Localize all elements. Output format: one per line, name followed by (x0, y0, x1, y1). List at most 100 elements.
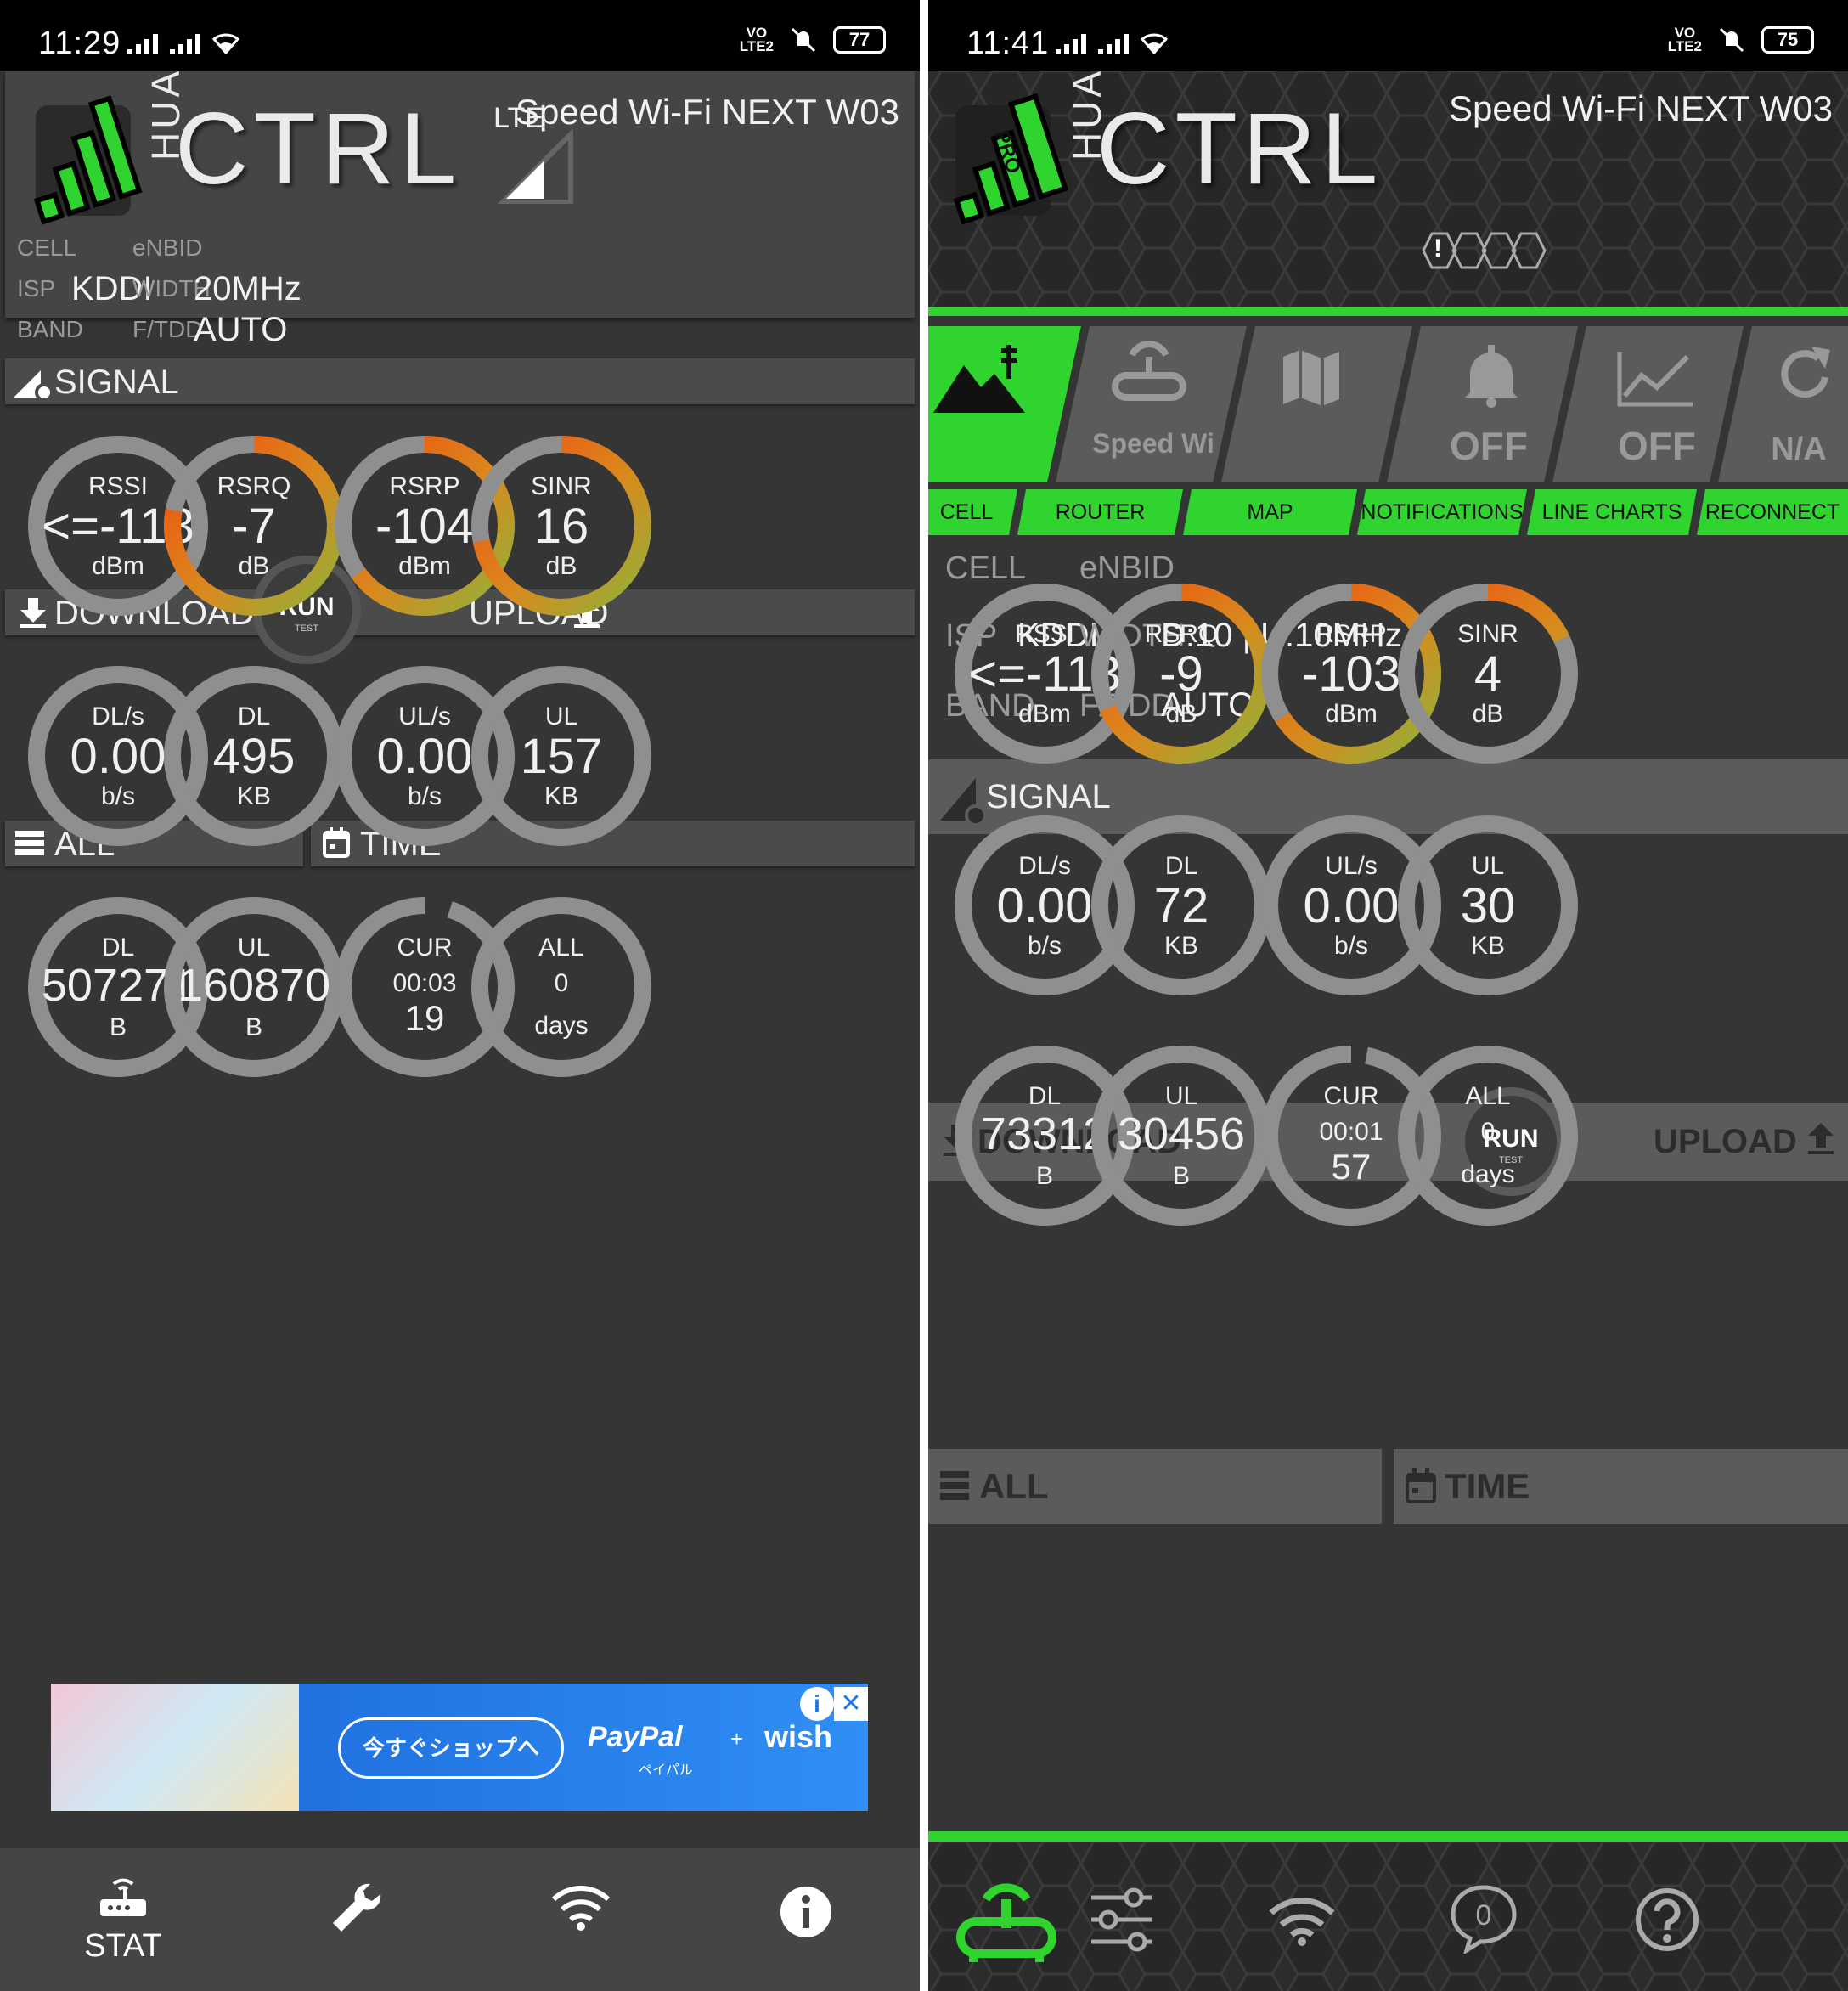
ftdd-key: F/TDD (132, 316, 203, 342)
traffic-name: DL (1164, 852, 1198, 880)
lte-signal-icon (497, 127, 573, 204)
traffic-name: UL (544, 702, 578, 730)
signal-section-header: SIGNAL (5, 358, 915, 404)
cell-signal-icon (127, 34, 158, 54)
bottom-nav: 0 (928, 1842, 1848, 1991)
router-outline-icon (1112, 341, 1186, 401)
signal-settings-icon (14, 370, 54, 401)
enbid-key: eNBID (132, 234, 203, 261)
a-total-1-gauge: UL 160870 B (160, 893, 348, 1081)
volte-icon: VO LTE2 (739, 25, 774, 54)
time-mid: 0 (554, 969, 569, 997)
tower-icon (933, 345, 1025, 413)
a-traffic-3-gauge: UL 157 KB (467, 662, 656, 850)
signal-unit: dB (238, 552, 270, 580)
b-time-1-gauge: ALL 0 days (1394, 1041, 1582, 1230)
wifi-icon (551, 1886, 611, 1931)
ad-brand-wish: wish (764, 1719, 833, 1754)
battery-indicator: 77 (833, 26, 886, 54)
ad-plus: + (730, 1726, 744, 1751)
chat-badge: 0 (1475, 1899, 1492, 1932)
ad-close-icon[interactable]: ✕ (834, 1687, 868, 1721)
tab-cell-label: CELL (939, 500, 994, 524)
list-icon (940, 1471, 969, 1500)
volte-icon: VO LTE2 (1667, 25, 1702, 54)
b-signal-sinr-gauge: SINR 4 dB (1394, 579, 1582, 768)
ad-brand-paypal: PayPal (588, 1721, 683, 1753)
total-unit: B (245, 1013, 262, 1041)
traffic-value: 495 (212, 729, 296, 784)
total-name: UL (237, 933, 271, 962)
mute-icon (791, 27, 816, 53)
brand-main: CTRL (175, 92, 462, 206)
b-traffic-1-gauge: DL 72 KB (1087, 811, 1276, 1000)
signal-icons (127, 31, 239, 54)
time-section-header: TIME (1394, 1449, 1848, 1524)
all-title: ALL (979, 1466, 1049, 1506)
nav-help[interactable] (1633, 1842, 1718, 1991)
wifi-status-icon (212, 33, 239, 54)
all-section-header: ALL (928, 1449, 1382, 1524)
line-chart-icon (1617, 352, 1693, 407)
nav-settings[interactable] (1088, 1842, 1173, 1991)
signal-unit: dB (545, 552, 578, 580)
nav-stat[interactable]: STAT (34, 1848, 212, 1991)
ftdd-value: AUTO (194, 311, 288, 348)
bell-icon (1465, 345, 1518, 408)
cell-key: CELL (17, 234, 77, 261)
b-signal-rsrq-gauge: RSRQ -9 dB (1087, 579, 1276, 768)
nav-tools[interactable] (316, 1848, 401, 1991)
run-sublabel: TEST (294, 623, 319, 634)
nav-messages[interactable]: 0 (1450, 1842, 1535, 1991)
footer-accent-line (928, 1831, 1848, 1842)
nav-router[interactable] (954, 1842, 1073, 1991)
time-name: ALL (1465, 1082, 1511, 1110)
help-icon (1636, 1888, 1699, 1951)
signal-name: RSRQ (217, 472, 291, 500)
status-right-icons: VO LTE2 75 (1668, 25, 1814, 54)
a-signal-rsrq-gauge: RSRQ -7 dB (160, 431, 348, 620)
traffic-value: 30 (1460, 878, 1516, 933)
wifi-status-icon (1141, 33, 1168, 54)
nav-wifi[interactable] (1268, 1842, 1353, 1991)
status-bar: 11:41 VO LTE2 75 (928, 0, 1848, 71)
signal-icons (1056, 31, 1168, 54)
sliders-icon (1091, 1887, 1152, 1952)
brand-main: CTRL (1096, 92, 1383, 206)
traffic-name: DL (237, 702, 271, 730)
alert-indicator: ! (1434, 234, 1442, 262)
tab-router-value: Speed Wi (1092, 428, 1214, 459)
tab-reconnect-label: RECONNECT (1704, 500, 1840, 524)
banner-ad[interactable]: 今すぐショップへ PayPal ペイパル + wish i ✕ (51, 1684, 868, 1811)
cell-signal-2-icon (170, 34, 200, 54)
status-bar: 11:29 VO LTE2 77 (0, 0, 920, 71)
time-mid: 0 (1480, 1118, 1496, 1146)
ad-cta-button[interactable]: 今すぐショップへ (338, 1717, 564, 1779)
wifi-icon (1269, 1898, 1335, 1946)
screenshot-divider (920, 0, 928, 1991)
ad-brand-paypal-sub: ペイパル (639, 1763, 693, 1778)
cell-signal-icon (1056, 34, 1086, 54)
time-title: TIME (1445, 1466, 1530, 1506)
clock: 11:29 (38, 25, 121, 61)
b-traffic-3-gauge: UL 30 KB (1394, 811, 1582, 1000)
width-value: 20MHz (194, 270, 301, 307)
mute-icon (1719, 27, 1744, 53)
signal-title: SIGNAL (54, 364, 179, 401)
signal-value: -9 (1159, 646, 1203, 702)
calendar-icon (1406, 1468, 1436, 1503)
tab-line-charts-label: LINE CHARTS (1541, 500, 1682, 524)
nav-info[interactable] (764, 1848, 849, 1991)
signal-value: -7 (232, 499, 276, 554)
b-total-1-gauge: UL 30456 B (1087, 1041, 1276, 1230)
clock: 11:41 (966, 25, 1050, 61)
signal-name: RSRQ (1144, 620, 1219, 648)
nav-wifi[interactable] (538, 1848, 623, 1991)
upload-icon (1808, 1123, 1834, 1154)
upload-title: UPLOAD (1654, 1123, 1797, 1160)
screen-pro-version: 11:41 VO LTE2 75 Speed Wi-Fi NEXT W03 PR… (928, 0, 1848, 1991)
map-icon (1283, 350, 1339, 406)
status-right-icons: VO LTE2 77 (740, 25, 886, 54)
ad-info-icon[interactable]: i (800, 1687, 834, 1721)
nav-stat-label: STAT (84, 1928, 162, 1964)
